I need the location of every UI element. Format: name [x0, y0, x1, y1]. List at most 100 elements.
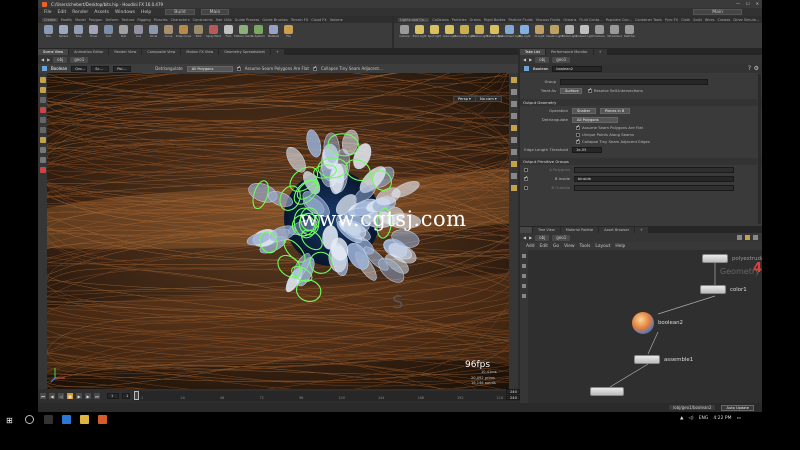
stop-button[interactable]: ■: [67, 393, 73, 399]
menu-windows[interactable]: Windows: [115, 10, 135, 15]
shelf-tab[interactable]: Lights and Ca...: [398, 17, 430, 22]
path-geo[interactable]: geo1: [70, 56, 89, 63]
assume-checkbox[interactable]: [576, 124, 580, 130]
language-indicator[interactable]: ENG: [699, 416, 709, 421]
unique-checkbox[interactable]: [576, 132, 580, 137]
shelf-tool-null[interactable]: Null: [117, 25, 130, 46]
shelf-tool-vr-camera[interactable]: VR Camera: [607, 25, 622, 46]
minimize-button[interactable]: —: [736, 1, 740, 6]
shelf-tool-tube[interactable]: Tube: [72, 25, 85, 46]
forward-arrow-icon[interactable]: ▶: [529, 235, 532, 240]
pieces-dropdown[interactable]: Pieces in B: [600, 107, 630, 114]
shelf-tab[interactable]: Cloth: [681, 18, 690, 22]
maximize-button[interactable]: ☐: [746, 1, 750, 6]
menu-help[interactable]: Help: [141, 10, 151, 15]
desktop-dropdown-build[interactable]: Build: [165, 9, 195, 15]
output-groups-header[interactable]: Output Primitive Groups: [520, 158, 762, 165]
collapse-seam-checkbox[interactable]: [312, 65, 317, 71]
jump-end-button[interactable]: ⏭: [94, 393, 100, 399]
shelf-tab[interactable]: Collisions: [432, 18, 448, 22]
shelf-tool-grid[interactable]: Grid: [102, 25, 115, 46]
jump-start-button[interactable]: ⏮: [40, 393, 46, 399]
back-arrow-icon[interactable]: ◀: [523, 57, 526, 62]
shelf-tool-switcher[interactable]: Switcher: [623, 25, 636, 46]
shelf-tab[interactable]: Rigging: [137, 18, 150, 22]
display-flipbook-icon[interactable]: [510, 185, 517, 191]
display-normals-icon[interactable]: [510, 113, 517, 119]
camera-menu[interactable]: No cam ▾: [475, 96, 502, 102]
shelf-tool-font[interactable]: Font: [222, 25, 235, 46]
display-options-icon[interactable]: [510, 161, 517, 167]
shelf-tab[interactable]: Pyro FX: [665, 18, 678, 22]
network-tray-icon[interactable]: ▲: [680, 416, 683, 421]
back-arrow-icon[interactable]: ◀: [523, 235, 526, 240]
shelf-tool-path[interactable]: Path: [192, 25, 205, 46]
display-points-icon[interactable]: [510, 101, 517, 107]
shelf-tab[interactable]: Deform: [106, 18, 119, 22]
start-frame-field[interactable]: 1: [122, 393, 130, 399]
shelf-tool-volume-light[interactable]: Volume Light: [471, 25, 488, 46]
shelf-tab[interactable]: Fluid Conta...: [579, 18, 602, 22]
notification-icon[interactable]: ▭: [737, 416, 741, 421]
desktop-dropdown-main[interactable]: Main: [200, 9, 230, 15]
windows-start-icon[interactable]: ⊞: [6, 416, 13, 425]
shelf-tool-environment-light[interactable]: Environment Light: [498, 25, 521, 46]
shelf-tab[interactable]: Particles: [452, 18, 467, 22]
menu-render[interactable]: Render: [72, 10, 88, 15]
scale-tool-icon[interactable]: [39, 127, 46, 133]
b-outside-field[interactable]: [574, 184, 734, 191]
shelf-tool-spray-paint[interactable]: Spray Paint: [206, 25, 221, 46]
shelf-tool-sky-light[interactable]: Sky Light: [518, 25, 531, 46]
boolean-node-icon[interactable]: [632, 312, 654, 334]
shelf-tool-line[interactable]: Line: [132, 25, 145, 46]
magnet-icon[interactable]: [39, 167, 46, 173]
edge-browser-icon[interactable]: [62, 415, 71, 424]
path-geo[interactable]: geo1: [552, 56, 571, 63]
shelf-tab[interactable]: Modify: [61, 18, 73, 22]
play-reverse-button[interactable]: ◁: [58, 393, 64, 399]
shelf-tool-geometry-light[interactable]: Geometry Light: [454, 25, 475, 46]
houdini-taskbar-icon[interactable]: [98, 415, 107, 424]
shelf-tab[interactable]: Viscous Fluids: [536, 18, 561, 22]
shelf-tab[interactable]: Container Tools: [635, 18, 662, 22]
shelf-tool-sphere[interactable]: Sphere: [57, 25, 70, 46]
back-arrow-icon[interactable]: ◀: [41, 57, 44, 62]
shelf-tab[interactable]: Texture: [122, 18, 135, 22]
shelf-tab[interactable]: Characters: [171, 18, 190, 22]
step-forward-button[interactable]: ▶: [85, 393, 91, 399]
shelf-tab[interactable]: Volume: [330, 18, 343, 22]
menu-edit[interactable]: Edit: [58, 10, 67, 15]
detriangulate-dropdown[interactable]: All Polygons: [572, 116, 618, 123]
shelf-tab[interactable]: Drive Simula...: [733, 18, 759, 22]
forward-arrow-icon[interactable]: ▶: [47, 57, 50, 62]
select-tool-icon[interactable]: [39, 77, 46, 83]
shelf-tool-portal-light[interactable]: Portal Light: [562, 25, 577, 46]
shelf-tool-platonic-solids[interactable]: Platonic Solids: [234, 25, 253, 46]
node-color1-box[interactable]: [700, 285, 726, 294]
shelf-tool-box[interactable]: Box: [42, 25, 55, 46]
search-icon[interactable]: [25, 415, 34, 424]
shelf-tab[interactable]: Oceans: [563, 18, 576, 22]
view-tool-icon[interactable]: [39, 137, 46, 143]
display-shaded-icon[interactable]: [510, 77, 517, 83]
task-view-icon[interactable]: [44, 415, 53, 424]
node-polyextrude-box[interactable]: [702, 254, 728, 263]
detriangulate-dropdown[interactable]: All Polygons: [186, 65, 233, 72]
shelf-tab[interactable]: Wires: [705, 18, 715, 22]
shelf-tool-l-system[interactable]: L-System: [252, 25, 265, 46]
gear-icon[interactable]: ⚙: [754, 65, 759, 72]
shelf-tab[interactable]: Cloud FX: [311, 18, 327, 22]
rotate-tool-icon[interactable]: [39, 117, 46, 123]
shelf-tab[interactable]: Terrain FX: [291, 18, 308, 22]
end-frame-field[interactable]: 240: [506, 389, 520, 394]
path-obj[interactable]: obj: [535, 56, 550, 63]
persp-menu[interactable]: Persp ▾: [453, 96, 476, 102]
shelf-tab[interactable]: Particle Fluids: [509, 18, 533, 22]
network-grid-icon[interactable]: [745, 235, 750, 240]
shelf-tab[interactable]: Solid: [693, 18, 702, 22]
auto-update-button[interactable]: Auto Update: [721, 404, 754, 411]
treat-as-dropdown[interactable]: Surface: [560, 87, 582, 94]
display-grid-icon[interactable]: [510, 137, 517, 143]
shelf-tool-spot-light[interactable]: Spot Light: [428, 25, 441, 46]
end-frame-field-2[interactable]: 240: [506, 395, 520, 400]
